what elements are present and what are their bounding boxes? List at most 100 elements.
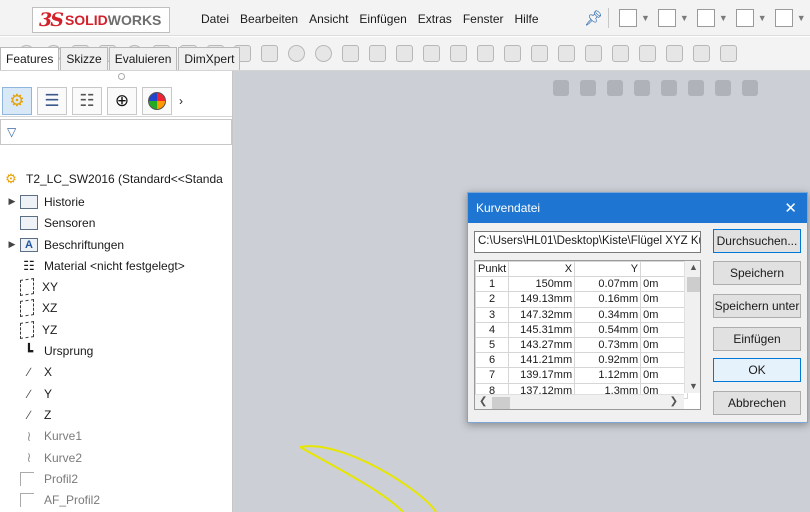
vertical-scrollbar[interactable]: ▲ ▼ [684, 261, 700, 393]
tree-item-material[interactable]: ☷ Material <nicht festgelegt> [4, 255, 232, 276]
points-table[interactable]: Punkt X Y 1 150mm 0.07mm 0m 2 149.13mm 0.16mm… [474, 260, 701, 410]
zoom-to-area-icon[interactable] [580, 80, 596, 96]
expand-caret-icon[interactable]: ▶ [4, 239, 20, 250]
menu-ansicht[interactable]: Ansicht [309, 12, 348, 26]
wrap-icon[interactable] [396, 45, 413, 62]
z-cell[interactable]: 0m [640, 291, 689, 308]
z-cell[interactable]: 0m [640, 306, 689, 323]
display-manager-tab-icon[interactable] [142, 86, 172, 115]
scale-icon[interactable] [639, 45, 656, 62]
table-row[interactable]: 6 141.21mm 0.92mm 0m [475, 352, 689, 369]
fillet-icon[interactable] [315, 45, 332, 62]
zoom-to-fit-icon[interactable] [553, 80, 569, 96]
chevron-down-icon[interactable]: ▼ [758, 13, 767, 23]
print-icon[interactable] [735, 9, 754, 27]
mirror-icon[interactable] [504, 45, 521, 62]
draft-icon[interactable] [423, 45, 440, 62]
y-cell[interactable]: 0.54mm [574, 321, 642, 338]
tree-item-plane-xz[interactable]: XZ [4, 298, 232, 319]
file-path-field[interactable]: C:\Users\HL01\Desktop\Kiste\Flügel XYZ K… [474, 231, 701, 253]
scroll-right-icon[interactable]: ❯ [670, 396, 678, 407]
display-style-icon[interactable] [688, 80, 704, 96]
menu-einfuegen[interactable]: Einfügen [359, 12, 406, 26]
instant3d-icon[interactable] [585, 45, 602, 62]
menu-bearbeiten[interactable]: Bearbeiten [240, 12, 298, 26]
tree-item-historie[interactable]: ▶ Historie [4, 191, 232, 212]
z-cell[interactable]: 0m [640, 336, 689, 354]
table-row[interactable]: 2 149.13mm 0.16mm 0m [475, 291, 689, 308]
pin-icon[interactable]: 📌︎ [584, 9, 603, 27]
table-row[interactable]: 7 139.17mm 1.12mm 0m [475, 367, 689, 384]
expand-caret-icon[interactable]: ▶ [4, 196, 20, 207]
tree-item-plane-yz[interactable]: YZ [4, 319, 232, 340]
z-cell[interactable]: 0m [640, 276, 689, 293]
menu-fenster[interactable]: Fenster [463, 12, 504, 26]
tree-item-sensoren[interactable]: Sensoren [4, 213, 232, 234]
scroll-down-icon[interactable]: ▼ [689, 381, 698, 391]
chevron-down-icon[interactable]: ▼ [719, 13, 728, 23]
previous-view-icon[interactable] [607, 80, 623, 96]
x-cell[interactable]: 147.32mm [508, 306, 576, 323]
x-cell[interactable]: 143.27mm [508, 336, 576, 354]
filter-bar[interactable]: ▽ [0, 119, 232, 145]
section-view-icon[interactable] [634, 80, 650, 96]
tree-root-part[interactable]: ⚙ T2_LC_SW2016 (Standard<<Standa [2, 168, 232, 189]
browse-button[interactable]: Durchsuchen... [713, 229, 801, 253]
panel-grip[interactable] [118, 73, 125, 80]
cut-loft-icon[interactable] [261, 45, 278, 62]
undo-icon[interactable] [774, 9, 793, 27]
shell-icon[interactable] [450, 45, 467, 62]
chevron-down-icon[interactable]: ▼ [641, 13, 650, 23]
tab-skizze[interactable]: Skizze [60, 47, 108, 70]
dome-icon[interactable] [666, 45, 683, 62]
y-cell[interactable]: 0.34mm [574, 306, 642, 323]
tree-item-ursprung[interactable]: ┗ Ursprung [4, 340, 232, 361]
scroll-thumb[interactable] [492, 397, 510, 409]
tab-evaluieren[interactable]: Evaluieren [108, 47, 178, 70]
horizontal-scrollbar[interactable]: ❮ ❯ [475, 394, 684, 409]
view-orientation-icon[interactable] [661, 80, 677, 96]
tree-item-beschriftungen[interactable]: ▶ A Beschriftungen [4, 234, 232, 255]
save-icon[interactable] [696, 9, 715, 27]
tree-item-axis-x[interactable]: ∕ X [4, 362, 232, 383]
scroll-up-icon[interactable]: ▲ [689, 262, 698, 272]
tree-item-af-profil2[interactable]: AF_Profil2 [4, 489, 232, 510]
close-icon[interactable]: ✕ [784, 199, 797, 217]
ok-button[interactable]: OK [713, 358, 801, 382]
filter-icon[interactable]: ▽ [7, 125, 16, 139]
hide-show-items-icon[interactable] [715, 80, 731, 96]
x-cell[interactable]: 150mm [508, 276, 576, 293]
tree-item-plane-xy[interactable]: XY [4, 276, 232, 297]
more-tools-icon[interactable] [720, 45, 737, 62]
table-row[interactable]: 3 147.32mm 0.34mm 0m [475, 306, 689, 323]
scroll-left-icon[interactable]: ❮ [479, 396, 487, 407]
dialog-title-bar[interactable]: Kurvendatei [468, 193, 807, 223]
property-manager-tab-icon[interactable]: ☰ [37, 86, 67, 115]
intersect-icon[interactable] [477, 45, 494, 62]
tree-item-axis-z[interactable]: ∕ Z [4, 404, 232, 425]
chevron-down-icon[interactable]: ▼ [797, 13, 806, 23]
solidworks-logo[interactable]: 3S SOLIDWORKS [32, 7, 170, 33]
z-cell[interactable]: 0m [640, 367, 689, 384]
curves-icon[interactable] [558, 45, 575, 62]
x-cell[interactable]: 149.13mm [508, 291, 576, 308]
chevron-right-icon[interactable]: › [179, 94, 183, 108]
dimxpert-manager-tab-icon[interactable]: ⊕ [107, 86, 137, 115]
save-as-button[interactable]: Speichern unter [713, 294, 801, 318]
feature-manager-tab-icon[interactable]: ⚙ [2, 86, 32, 115]
tab-dimxpert[interactable]: DimXpert [178, 47, 241, 70]
save-button[interactable]: Speichern [713, 261, 801, 285]
y-cell[interactable]: 1.12mm [574, 367, 642, 384]
table-row[interactable]: 1 150mm 0.07mm 0m [475, 276, 689, 293]
open-folder-icon[interactable] [657, 9, 676, 27]
feature-icon[interactable] [612, 45, 629, 62]
y-cell[interactable]: 0.07mm [574, 276, 642, 293]
configuration-manager-tab-icon[interactable]: ☷ [72, 86, 102, 115]
cut-boundary-icon[interactable] [288, 45, 305, 62]
rib-icon[interactable] [369, 45, 386, 62]
x-cell[interactable]: 145.31mm [508, 321, 576, 338]
tree-item-profil2[interactable]: Profil2 [4, 468, 232, 489]
edit-appearance-icon[interactable] [742, 80, 758, 96]
x-cell[interactable]: 139.17mm [508, 367, 576, 384]
menu-datei[interactable]: Datei [201, 12, 229, 26]
